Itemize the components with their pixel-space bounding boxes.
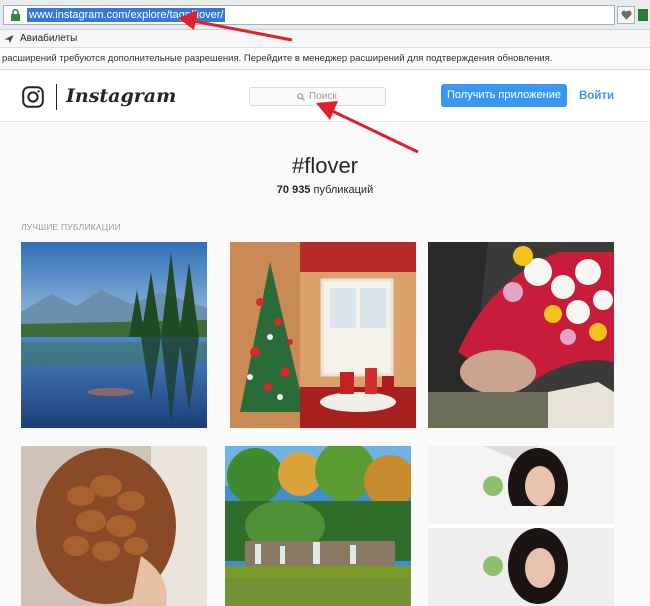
url-field[interactable]: www.instagram.com/explore/tags/flover/	[3, 5, 615, 25]
bookmark-plane-icon	[4, 35, 14, 43]
post-tile[interactable]	[225, 446, 411, 606]
post-count-number: 70 935	[276, 184, 311, 196]
url-text: www.instagram.com/explore/tags/flover/	[27, 8, 226, 22]
post-tile[interactable]	[21, 446, 207, 606]
post-count: 70 935 публикаций	[0, 183, 650, 197]
tag-page-main: #flover 70 935 публикаций ЛУЧШИЕ ПУБЛИКА…	[0, 123, 650, 606]
infobar-text: расширений требуются дополнительные разр…	[2, 53, 553, 64]
post-image-mountain-lake	[21, 242, 207, 428]
browser-address-bar: www.instagram.com/explore/tags/flover/	[0, 0, 650, 30]
post-image-flower-bouquet	[428, 242, 614, 428]
lock-icon	[11, 9, 20, 21]
post-tile[interactable]	[230, 242, 416, 428]
bookmarks-bar: Авиабилеты	[0, 30, 650, 48]
heart-icon	[621, 10, 632, 20]
favorite-button[interactable]	[617, 6, 635, 24]
instagram-header: Instagram Поиск Получить приложение Войт…	[0, 70, 650, 122]
instagram-camera-icon[interactable]	[22, 86, 44, 108]
extension-icon[interactable]	[638, 9, 648, 21]
post-count-suffix: публикаций	[313, 184, 374, 196]
post-image-braided-hair	[21, 446, 207, 606]
search-input[interactable]: Поиск	[249, 87, 386, 106]
search-icon	[297, 93, 305, 101]
post-image-woman-portrait	[428, 446, 614, 606]
post-image-park-waterfall	[225, 446, 411, 606]
bookmark-item-label[interactable]: Авиабилеты	[20, 32, 77, 46]
get-app-button[interactable]: Получить приложение	[441, 84, 567, 107]
logo-divider	[56, 84, 57, 110]
post-tile[interactable]	[428, 242, 614, 428]
post-tile[interactable]	[21, 242, 207, 428]
page-title: #flover	[291, 153, 359, 178]
top-posts-heading: ЛУЧШИЕ ПУБЛИКАЦИИ	[21, 222, 121, 232]
instagram-wordmark[interactable]: Instagram	[66, 84, 176, 108]
post-image-christmas-room	[230, 242, 416, 428]
search-placeholder: Поиск	[309, 91, 337, 102]
login-link[interactable]: Войти	[579, 88, 614, 104]
post-tile[interactable]	[428, 446, 614, 606]
extension-infobar: расширений требуются дополнительные разр…	[0, 48, 650, 70]
